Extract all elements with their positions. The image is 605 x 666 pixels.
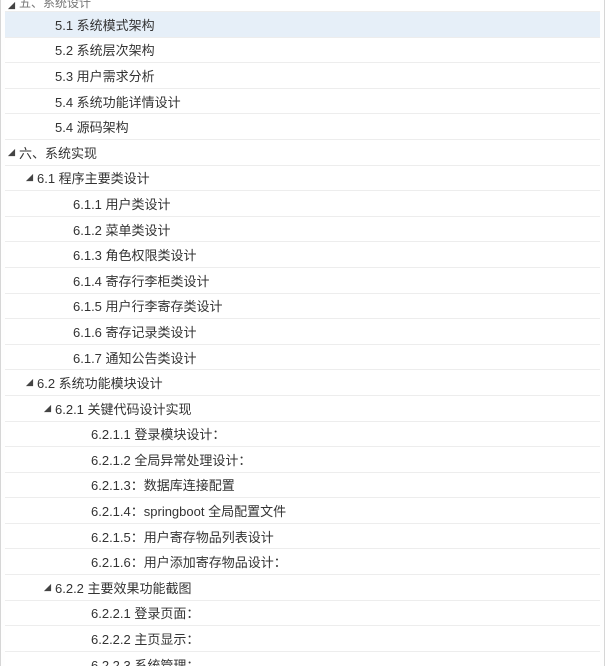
- collapse-icon[interactable]: [23, 377, 35, 389]
- outline-item[interactable]: 6.2.1.2 全局异常处理设计：: [5, 447, 600, 473]
- outline-item-label: 6.1.7 通知公告类设计: [71, 348, 197, 367]
- outline-item[interactable]: 6.1.5 用户行李寄存类设计: [5, 294, 600, 320]
- toggle-placeholder: [77, 607, 89, 619]
- outline-item[interactable]: 6.1.3 角色权限类设计: [5, 242, 600, 268]
- toggle-placeholder: [77, 556, 89, 568]
- outline-item-label: 五、系统设计: [17, 0, 91, 11]
- outline-item[interactable]: 6.2.1.5：用户寄存物品列表设计: [5, 524, 600, 550]
- collapse-icon[interactable]: [41, 402, 53, 414]
- toggle-placeholder: [59, 197, 71, 209]
- toggle-placeholder: [77, 633, 89, 645]
- toggle-placeholder: [59, 325, 71, 337]
- outline-item[interactable]: 6.2.2.1 登录页面：: [5, 601, 600, 627]
- outline-item[interactable]: 6.2 系统功能模块设计: [5, 370, 600, 396]
- toggle-placeholder: [77, 428, 89, 440]
- toggle-placeholder: [77, 505, 89, 517]
- outline-item[interactable]: 6.2.2 主要效果功能截图: [5, 575, 600, 601]
- outline-item[interactable]: 6.1.6 寄存记录类设计: [5, 319, 600, 345]
- toggle-placeholder: [41, 121, 53, 133]
- outline-item-label: 5.3 用户需求分析: [53, 66, 155, 85]
- toggle-placeholder: [59, 300, 71, 312]
- outline-item[interactable]: 6.2.1.4：springboot 全局配置文件: [5, 498, 600, 524]
- outline-item-label: 6.2.2.3 系统管理：: [89, 655, 199, 666]
- toggle-placeholder: [59, 351, 71, 363]
- outline-item-label: 5.4 源码架构: [53, 117, 129, 136]
- outline-item[interactable]: 5.4 源码架构: [5, 114, 600, 140]
- collapse-icon[interactable]: [41, 581, 53, 593]
- outline-item[interactable]: 6.2.1.1 登录模块设计：: [5, 422, 600, 448]
- outline-item[interactable]: 五、系统设计: [5, 0, 600, 12]
- outline-item[interactable]: 6.2.1.6：用户添加寄存物品设计：: [5, 549, 600, 575]
- outline-item[interactable]: 6.1.1 用户类设计: [5, 191, 600, 217]
- outline-item-label: 6.2.1.3：数据库连接配置: [89, 475, 235, 494]
- outline-item[interactable]: 5.2 系统层次架构: [5, 38, 600, 64]
- outline-item[interactable]: 6.2.2.2 主页显示：: [5, 626, 600, 652]
- outline-item[interactable]: 5.4 系统功能详情设计: [5, 89, 600, 115]
- toggle-placeholder: [59, 274, 71, 286]
- outline-item[interactable]: 6.2.1.3：数据库连接配置: [5, 473, 600, 499]
- navigation-panel: 五、系统设计 5.1 系统模式架构 5.2 系统层次架构 5.3 用户需求分析 5.4 …: [0, 0, 605, 666]
- outline-item-label: 6.1.2 菜单类设计: [71, 220, 171, 239]
- outline-item-label: 6.1.5 用户行李寄存类设计: [71, 296, 223, 315]
- outline-item-label: 6.2.2 主要效果功能截图: [53, 578, 192, 597]
- toggle-placeholder: [41, 69, 53, 81]
- outline-item[interactable]: 6.2.1 关键代码设计实现: [5, 396, 600, 422]
- outline-item-label: 6.1.1 用户类设计: [71, 194, 171, 213]
- outline-item-label: 5.1 系统模式架构: [53, 15, 155, 34]
- outline-item-label: 6.2.2.1 登录页面：: [89, 603, 199, 622]
- outline-item-label: 6.2.1.2 全局异常处理设计：: [89, 450, 251, 469]
- outline-item[interactable]: 5.3 用户需求分析: [5, 63, 600, 89]
- outline-item-label: 6.2 系统功能模块设计: [35, 373, 163, 392]
- outline-item[interactable]: 6.1.2 菜单类设计: [5, 217, 600, 243]
- outline-item[interactable]: 5.1 系统模式架构: [5, 12, 600, 38]
- outline-item[interactable]: 6.1 程序主要类设计: [5, 166, 600, 192]
- toggle-placeholder: [77, 530, 89, 542]
- outline-item[interactable]: 6.1.4 寄存行李柜类设计: [5, 268, 600, 294]
- outline-tree: 五、系统设计 5.1 系统模式架构 5.2 系统层次架构 5.3 用户需求分析 5.4 …: [5, 0, 600, 666]
- toggle-placeholder: [77, 453, 89, 465]
- outline-item-label: 6.2.1.4：springboot 全局配置文件: [89, 501, 286, 520]
- toggle-placeholder: [59, 223, 71, 235]
- collapse-icon[interactable]: [23, 172, 35, 184]
- toggle-placeholder: [41, 44, 53, 56]
- toggle-placeholder: [41, 95, 53, 107]
- outline-item-label: 六、系统实现: [17, 143, 97, 162]
- collapse-icon[interactable]: [5, 0, 17, 11]
- outline-item-label: 5.2 系统层次架构: [53, 40, 155, 59]
- toggle-placeholder: [77, 479, 89, 491]
- toggle-placeholder: [41, 18, 53, 30]
- outline-item-label: 6.1.3 角色权限类设计: [71, 245, 197, 264]
- collapse-icon[interactable]: [5, 146, 17, 158]
- outline-item[interactable]: 6.1.7 通知公告类设计: [5, 345, 600, 371]
- toggle-placeholder: [77, 658, 89, 666]
- outline-item-label: 6.2.1 关键代码设计实现: [53, 399, 192, 418]
- outline-item[interactable]: 6.2.2.3 系统管理：: [5, 652, 600, 666]
- outline-item[interactable]: 六、系统实现: [5, 140, 600, 166]
- outline-item-label: 6.2.1.6：用户添加寄存物品设计：: [89, 552, 287, 571]
- outline-item-label: 6.2.2.2 主页显示：: [89, 629, 199, 648]
- outline-item-label: 5.4 系统功能详情设计: [53, 92, 181, 111]
- outline-item-label: 6.1 程序主要类设计: [35, 168, 150, 187]
- outline-item-label: 6.1.4 寄存行李柜类设计: [71, 271, 210, 290]
- toggle-placeholder: [59, 249, 71, 261]
- outline-item-label: 6.2.1.5：用户寄存物品列表设计: [89, 527, 274, 546]
- outline-item-label: 6.2.1.1 登录模块设计：: [89, 424, 225, 443]
- outline-item-label: 6.1.6 寄存记录类设计: [71, 322, 197, 341]
